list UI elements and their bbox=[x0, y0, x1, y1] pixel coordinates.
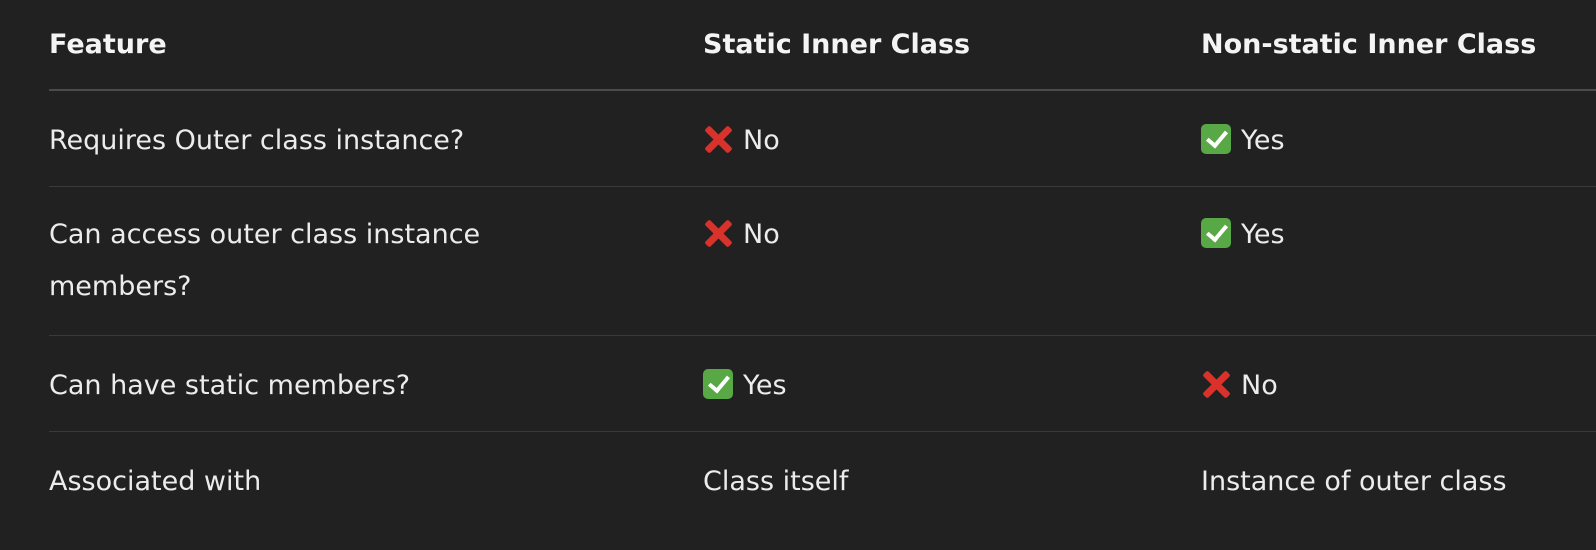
feature-cell: Can have static members? bbox=[49, 335, 703, 432]
static-value: No bbox=[743, 125, 780, 156]
check-mark-icon bbox=[703, 368, 733, 399]
table-row: Requires Outer class instance? No Yes bbox=[49, 90, 1596, 187]
comparison-table-container: Feature Static Inner Class Non-static In… bbox=[49, 0, 1596, 530]
table-row: Associated with Class itself Instance of… bbox=[49, 431, 1596, 530]
feature-cell: Associated with bbox=[49, 465, 262, 497]
comparison-table: Feature Static Inner Class Non-static In… bbox=[49, 0, 1596, 530]
table-row: Can have static members? Yes No bbox=[49, 335, 1596, 432]
nonstatic-value: Yes bbox=[1241, 125, 1285, 156]
table-row: Can access outer class instance members?… bbox=[49, 186, 1596, 336]
feature-cell: Can access outer class instance members? bbox=[49, 186, 703, 336]
cross-mark-icon bbox=[703, 124, 733, 154]
static-value: Yes bbox=[743, 369, 787, 401]
static-cell: No bbox=[703, 90, 1201, 187]
cross-mark-icon bbox=[703, 218, 733, 248]
header-feature: Feature bbox=[49, 0, 703, 91]
static-cell: Yes bbox=[703, 335, 1201, 432]
static-cell: No bbox=[703, 186, 1201, 336]
nonstatic-value: No bbox=[1241, 369, 1278, 401]
check-mark-icon bbox=[1201, 217, 1231, 248]
feature-cell: Requires Outer class instance? bbox=[49, 90, 703, 187]
nonstatic-cell: Instance of outer class bbox=[1201, 465, 1507, 497]
table-header-row: Feature Static Inner Class Non-static In… bbox=[49, 0, 1596, 91]
nonstatic-value: Yes bbox=[1241, 218, 1285, 250]
nonstatic-cell: Yes bbox=[1201, 186, 1596, 336]
header-nonstatic-inner-class: Non-static Inner Class bbox=[1201, 0, 1596, 91]
cross-mark-icon bbox=[1201, 369, 1231, 399]
check-mark-icon bbox=[1201, 124, 1231, 154]
static-value: No bbox=[743, 218, 780, 250]
nonstatic-cell: No bbox=[1201, 335, 1596, 432]
header-static-inner-class: Static Inner Class bbox=[703, 0, 1201, 91]
static-cell: Class itself bbox=[703, 465, 849, 497]
nonstatic-cell: Yes bbox=[1201, 90, 1596, 187]
